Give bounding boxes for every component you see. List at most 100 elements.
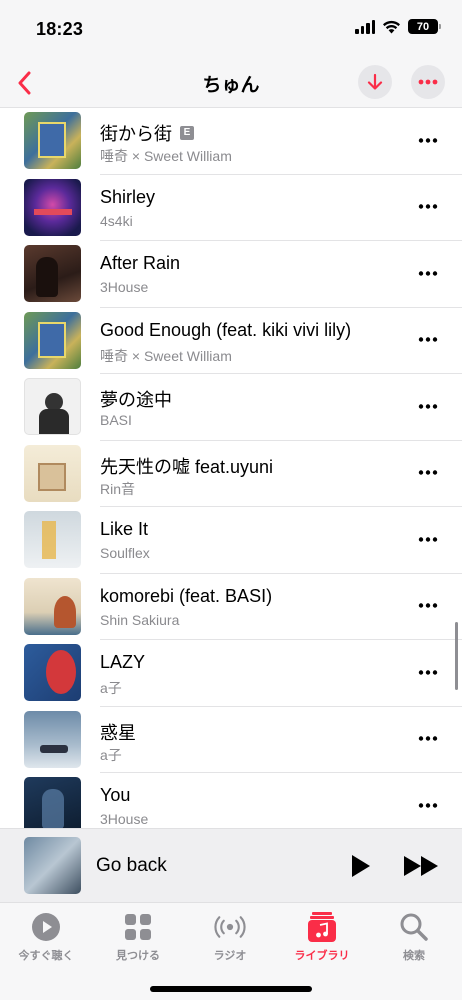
- library-music-icon: [306, 911, 338, 943]
- song-artist: a子: [100, 746, 122, 763]
- song-artist: 唾奇 × Sweet William: [100, 347, 232, 364]
- song-row[interactable]: 夢の途中 BASI: [0, 374, 462, 441]
- tab-label: ライブラリ: [294, 950, 350, 962]
- tab-library[interactable]: ライブラリ: [276, 911, 368, 967]
- song-row[interactable]: 惑星 a子: [0, 707, 462, 773]
- tab-label: ラジオ: [213, 950, 247, 962]
- home-indicator[interactable]: [150, 986, 312, 992]
- wifi-icon: [383, 20, 400, 33]
- search-icon: [398, 911, 430, 943]
- now-playing-title: Go back: [96, 855, 167, 876]
- song-row[interactable]: komorebi (feat. BASI) Shin Sakiura: [0, 574, 462, 640]
- album-art: [24, 178, 81, 236]
- song-title: You: [100, 785, 131, 805]
- scroll-indicator[interactable]: [455, 622, 458, 690]
- album-art: [24, 577, 81, 635]
- ellipsis-icon: [418, 403, 438, 409]
- play-button[interactable]: [346, 851, 376, 881]
- song-artist: 3House: [100, 279, 149, 295]
- now-playing-art: [24, 837, 81, 894]
- song-more-button[interactable]: [410, 596, 446, 616]
- explicit-badge: E: [180, 126, 194, 140]
- song-row[interactable]: After Rain 3House: [0, 241, 462, 308]
- download-button[interactable]: [358, 65, 392, 99]
- song-artist: Soulflex: [100, 545, 150, 561]
- more-options-button[interactable]: [411, 65, 445, 99]
- song-more-button[interactable]: [410, 662, 446, 682]
- song-artist: BASI: [100, 412, 132, 428]
- page-title: ちゅん: [202, 75, 260, 96]
- song-more-button[interactable]: [410, 197, 446, 217]
- song-row[interactable]: 先天性の嘘 feat.uyuni Rin音: [0, 441, 462, 507]
- song-more-button[interactable]: [410, 729, 446, 749]
- song-more-button[interactable]: [410, 529, 446, 549]
- song-row[interactable]: Shirley 4s4ki: [0, 175, 462, 241]
- grid-icon: [122, 911, 154, 943]
- song-row[interactable]: LAZY a子: [0, 640, 462, 707]
- song-artist: Shin Sakiura: [100, 611, 180, 628]
- album-art: [24, 245, 81, 302]
- ellipsis-icon: [418, 603, 438, 608]
- song-more-button[interactable]: [410, 330, 446, 350]
- song-more-button[interactable]: [410, 795, 446, 815]
- ellipsis-icon: [418, 736, 438, 741]
- tab-label: 見つける: [116, 950, 160, 962]
- song-more-button[interactable]: [410, 463, 446, 483]
- nav-bar: ちゅん: [0, 58, 462, 108]
- song-artist: 3House: [100, 811, 149, 827]
- album-art: [24, 112, 81, 169]
- ellipsis-icon: [418, 137, 438, 143]
- song-row[interactable]: 街から街 E 唾奇 × Sweet William: [0, 108, 462, 175]
- ellipsis-icon: [418, 802, 438, 808]
- album-art: [24, 378, 81, 435]
- tab-search[interactable]: 検索: [368, 911, 460, 967]
- tab-bar: 今すぐ聴く 見つける ラジオ ライブラリ 検索: [0, 902, 462, 1000]
- song-row[interactable]: Like It Soulflex: [0, 507, 462, 574]
- song-title: LAZY: [100, 652, 146, 672]
- play-icon: [352, 855, 370, 877]
- ellipsis-icon: [418, 204, 438, 209]
- song-row[interactable]: You 3House: [0, 773, 462, 828]
- tab-label: 検索: [403, 950, 425, 962]
- song-title: 街から街 E: [100, 120, 194, 146]
- ellipsis-icon: [418, 79, 438, 85]
- mini-player[interactable]: Go back: [0, 828, 462, 902]
- song-title: Good Enough (feat. kiki vivi lily): [100, 319, 352, 340]
- song-title: After Rain: [100, 253, 181, 273]
- song-artist: 唾奇 × Sweet William: [100, 148, 232, 164]
- song-more-button[interactable]: [410, 396, 446, 416]
- ellipsis-icon: [418, 470, 438, 475]
- song-title: Like It: [100, 519, 149, 539]
- song-more-button[interactable]: [410, 263, 446, 283]
- album-art: [24, 777, 81, 828]
- status-icons: 70: [355, 19, 441, 34]
- cellular-signal-icon: [355, 19, 375, 34]
- arrow-down-icon: [367, 73, 383, 90]
- song-row[interactable]: Good Enough (feat. kiki vivi lily) 唾奇 × …: [0, 308, 462, 374]
- album-art: [24, 444, 81, 502]
- radio-icon: [214, 911, 246, 943]
- song-title: 惑星: [100, 722, 136, 743]
- album-art: [24, 511, 81, 568]
- tab-radio[interactable]: ラジオ: [184, 911, 276, 967]
- song-artist: Rin音: [100, 480, 136, 497]
- song-title: komorebi (feat. BASI): [100, 585, 273, 606]
- ellipsis-icon: [418, 270, 438, 276]
- status-time: 18:23: [36, 19, 84, 39]
- fast-forward-icon: [404, 856, 438, 876]
- song-list: 街から街 E 唾奇 × Sweet William Shirley 4s4ki A…: [0, 108, 462, 828]
- song-artist: 4s4ki: [100, 212, 133, 229]
- skip-forward-button[interactable]: [402, 851, 442, 881]
- album-art: [24, 311, 81, 369]
- ellipsis-icon: [418, 669, 438, 675]
- song-artist: a子: [100, 680, 122, 696]
- song-title: 先天性の嘘 feat.uyuni: [100, 456, 274, 477]
- ellipsis-icon: [418, 536, 438, 542]
- tab-browse[interactable]: 見つける: [92, 911, 184, 967]
- battery-icon: 70: [408, 19, 441, 34]
- album-art: [24, 710, 81, 768]
- tab-listen-now[interactable]: 今すぐ聴く: [0, 911, 92, 967]
- play-circle-icon: [30, 911, 62, 943]
- song-more-button[interactable]: [410, 130, 446, 150]
- song-title: Shirley: [100, 186, 156, 207]
